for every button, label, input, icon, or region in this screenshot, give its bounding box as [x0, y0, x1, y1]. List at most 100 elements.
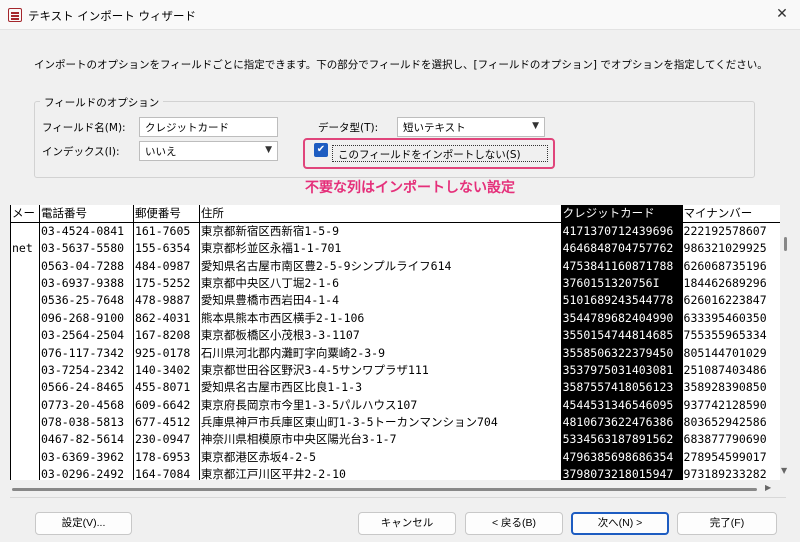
- table-cell[interactable]: 803652942586: [681, 413, 780, 432]
- table-cell[interactable]: 155-6354: [132, 240, 200, 258]
- table-cell[interactable]: 03-7254-2342: [38, 361, 134, 380]
- table-cell[interactable]: 03-6937-9388: [38, 274, 134, 293]
- vertical-scrollbar-thumb[interactable]: [784, 237, 787, 251]
- skip-field-checkbox[interactable]: ✔: [314, 143, 328, 157]
- table-cell[interactable]: 178-6953: [132, 448, 200, 467]
- table-cell[interactable]: 東京都世田谷区野沢3-4-5サンワプラザ111: [198, 361, 562, 380]
- table-cell[interactable]: 222192578607: [681, 222, 780, 240]
- table-cell[interactable]: 03-4524-0841: [38, 222, 134, 240]
- table-cell[interactable]: 161-7605: [132, 222, 200, 240]
- field-name-input[interactable]: クレジットカード: [139, 117, 278, 137]
- table-cell[interactable]: 862-4031: [132, 309, 200, 327]
- table-cell[interactable]: [10, 413, 40, 432]
- table-cell[interactable]: [10, 379, 40, 397]
- table-cell[interactable]: 東京都中央区八丁堀2-1-6: [198, 274, 562, 293]
- table-cell[interactable]: 東京都新宿区西新宿1-5-9: [198, 222, 562, 240]
- table-cell[interactable]: [10, 274, 40, 293]
- table-cell[interactable]: 5334563187891562: [560, 431, 683, 449]
- table-cell[interactable]: 626068735196: [681, 257, 780, 275]
- table-cell[interactable]: 0566-24-8465: [38, 379, 134, 397]
- table-cell[interactable]: 0467-82-5614: [38, 431, 134, 449]
- table-cell[interactable]: 4646848704757762: [560, 240, 683, 258]
- table-cell[interactable]: [10, 361, 40, 380]
- table-cell[interactable]: 東京都板橋区小茂根3-3-1107: [198, 326, 562, 345]
- table-cell[interactable]: 石川県河北郡内灘町字向粟崎2-3-9: [198, 344, 562, 362]
- close-button[interactable]: ✕: [774, 6, 790, 22]
- table-cell[interactable]: 03-6369-3962: [38, 448, 134, 467]
- table-cell[interactable]: net: [10, 240, 40, 258]
- table-cell[interactable]: 167-8208: [132, 326, 200, 345]
- table-cell[interactable]: 164-7084: [132, 466, 200, 480]
- cancel-button[interactable]: キャンセル: [358, 512, 456, 535]
- table-cell[interactable]: 937742128590: [681, 396, 780, 414]
- table-cell[interactable]: [10, 396, 40, 414]
- table-cell[interactable]: [10, 222, 40, 240]
- table-cell[interactable]: [10, 292, 40, 310]
- table-cell[interactable]: [10, 326, 40, 345]
- table-cell[interactable]: 184462689296: [681, 274, 780, 293]
- column-header[interactable]: クレジットカード: [560, 205, 683, 223]
- table-cell[interactable]: 兵庫県神戸市兵庫区東山町1-3-5トーカンマンション704: [198, 413, 562, 432]
- table-cell[interactable]: 3550154744814685: [560, 326, 683, 345]
- table-cell[interactable]: 455-8071: [132, 379, 200, 397]
- table-cell[interactable]: 484-0987: [132, 257, 200, 275]
- table-cell[interactable]: 神奈川県相模原市中央区陽光台3-1-7: [198, 431, 562, 449]
- table-cell[interactable]: 140-3402: [132, 361, 200, 380]
- column-header[interactable]: 郵便番号: [132, 205, 200, 223]
- column-header[interactable]: メー: [10, 205, 40, 223]
- table-cell[interactable]: 4171370712439696: [560, 222, 683, 240]
- finish-button[interactable]: 完了(F): [677, 512, 777, 535]
- table-cell[interactable]: 4753841160871788: [560, 257, 683, 275]
- settings-button[interactable]: 設定(V)...: [35, 512, 132, 535]
- table-cell[interactable]: 230-0947: [132, 431, 200, 449]
- column-header[interactable]: 電話番号: [38, 205, 134, 223]
- skip-field-label[interactable]: このフィールドをインポートしない(S): [332, 145, 548, 162]
- table-cell[interactable]: 東京府長岡京市今里1-3-5パルハウス107: [198, 396, 562, 414]
- next-button[interactable]: 次へ(N) >: [571, 512, 669, 535]
- table-cell[interactable]: 626016223847: [681, 292, 780, 310]
- scroll-right-arrow-icon[interactable]: ▶: [765, 483, 771, 492]
- scroll-down-arrow-icon[interactable]: ▼: [781, 466, 787, 475]
- table-cell[interactable]: 805144701029: [681, 344, 780, 362]
- table-cell[interactable]: 076-117-7342: [38, 344, 134, 362]
- table-cell[interactable]: 3558506322379450: [560, 344, 683, 362]
- table-cell[interactable]: 3798073218015947: [560, 466, 683, 480]
- table-cell[interactable]: 03-2564-2504: [38, 326, 134, 345]
- table-cell[interactable]: 925-0178: [132, 344, 200, 362]
- table-cell[interactable]: 3537975031403081: [560, 361, 683, 380]
- table-cell[interactable]: 973189233282: [681, 466, 780, 480]
- table-cell[interactable]: 175-5252: [132, 274, 200, 293]
- table-cell[interactable]: 986321029925: [681, 240, 780, 258]
- table-cell[interactable]: [10, 448, 40, 467]
- table-cell[interactable]: 東京都港区赤坂4-2-5: [198, 448, 562, 467]
- table-cell[interactable]: [10, 309, 40, 327]
- table-cell[interactable]: 0536-25-7648: [38, 292, 134, 310]
- table-cell[interactable]: 096-268-9100: [38, 309, 134, 327]
- index-select[interactable]: いいえ ▼: [139, 141, 278, 161]
- table-cell[interactable]: 755355965334: [681, 326, 780, 345]
- table-cell[interactable]: 278954599017: [681, 448, 780, 467]
- data-preview-grid[interactable]: メー 電話番号 郵便番号 住所 クレジットカード マイナンバー 03-4524-0841 1…: [10, 205, 780, 480]
- table-cell[interactable]: [10, 431, 40, 449]
- table-cell[interactable]: 3760151320756I: [560, 274, 683, 293]
- table-cell[interactable]: 633395460350: [681, 309, 780, 327]
- table-cell[interactable]: 078-038-5813: [38, 413, 134, 432]
- table-cell[interactable]: 03-5637-5580: [38, 240, 134, 258]
- table-cell[interactable]: 677-4512: [132, 413, 200, 432]
- table-cell[interactable]: 0773-20-4568: [38, 396, 134, 414]
- column-header[interactable]: マイナンバー: [681, 205, 780, 223]
- table-cell[interactable]: 358928390850: [681, 379, 780, 397]
- table-cell[interactable]: 683877790690: [681, 431, 780, 449]
- table-cell[interactable]: 東京都杉並区永福1-1-701: [198, 240, 562, 258]
- table-cell[interactable]: 478-9887: [132, 292, 200, 310]
- data-type-select[interactable]: 短いテキスト ▼: [397, 117, 545, 137]
- table-cell[interactable]: 4810673622476386: [560, 413, 683, 432]
- table-cell[interactable]: 愛知県名古屋市南区豊2-5-9シンプルライフ614: [198, 257, 562, 275]
- table-cell[interactable]: 3587557418056123: [560, 379, 683, 397]
- table-cell[interactable]: 3544789682404990: [560, 309, 683, 327]
- table-cell[interactable]: 251087403486: [681, 361, 780, 380]
- table-cell[interactable]: 愛知県豊橋市西岩田4-1-4: [198, 292, 562, 310]
- table-cell[interactable]: 609-6642: [132, 396, 200, 414]
- table-cell[interactable]: 熊本県熊本市西区横手2-1-106: [198, 309, 562, 327]
- horizontal-scrollbar-thumb[interactable]: [12, 488, 757, 491]
